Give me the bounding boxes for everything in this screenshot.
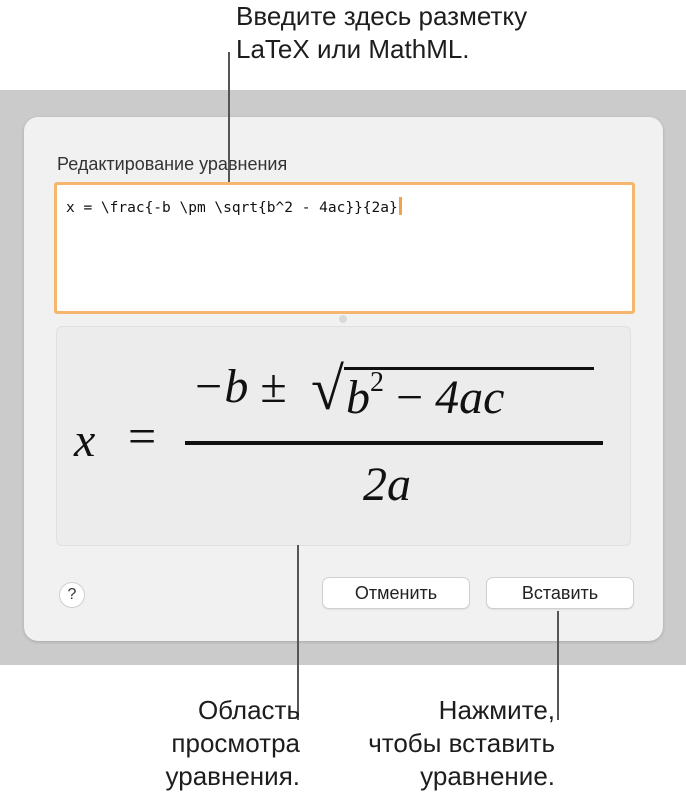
formula-denominator: 2a [363,458,411,511]
callout-preview: Область просмотра уравнения. [140,694,300,793]
callout-insert-line1: Нажмите, [438,695,555,725]
callout-insert-line2: чтобы вставить [368,728,555,758]
rendered-formula: x = −b ± √ b2 − 4ac 2a [57,327,630,545]
formula-minus: − [384,371,436,424]
formula-plus-minus: ± [260,360,287,413]
text-caret [398,197,402,215]
formula-equals: = [128,408,157,464]
sqrt-icon: √ [311,356,344,422]
formula-fraction-bar [185,441,603,445]
formula-numerator: −b ± [192,359,287,414]
callout-editor-line2: LaTeX или MathML. [236,34,470,64]
equation-input-value: x = \frac{-b \pm \sqrt{b^2 - 4ac}}{2a} [66,200,398,216]
callout-preview-line2: просмотра [171,728,300,758]
equation-dialog: Редактирование уравнения x = \frac{-b \p… [24,117,663,641]
callout-preview-line3: уравнения. [165,761,300,791]
equation-preview: x = −b ± √ b2 − 4ac 2a [56,326,631,546]
equation-input[interactable]: x = \frac{-b \pm \sqrt{b^2 - 4ac}}{2a} [54,182,635,314]
leader-line-insert [557,611,559,720]
formula-4ac: 4ac [435,371,505,424]
cancel-button[interactable]: Отменить [322,577,470,609]
help-button[interactable]: ? [59,582,85,608]
formula-lhs: x [74,414,96,467]
formula-exponent: 2 [370,367,384,398]
formula-radicand: b2 − 4ac [346,367,504,425]
equation-input-text: x = \frac{-b \pm \sqrt{b^2 - 4ac}}{2a} [66,197,402,216]
leader-line-editor [228,52,230,182]
formula-b: b [346,371,370,424]
formula-minus-b: −b [192,360,261,413]
dialog-title: Редактирование уравнения [57,154,288,174]
resize-handle[interactable] [339,315,347,323]
callout-editor: Введите здесь разметку LaTeX или MathML. [236,0,527,66]
insert-button[interactable]: Вставить [486,577,634,609]
callout-insert: Нажмите, чтобы вставить уравнение. [340,694,555,793]
callout-insert-line3: уравнение. [420,761,555,791]
callout-preview-line1: Область [197,695,300,725]
callout-editor-line1: Введите здесь разметку [236,1,528,31]
